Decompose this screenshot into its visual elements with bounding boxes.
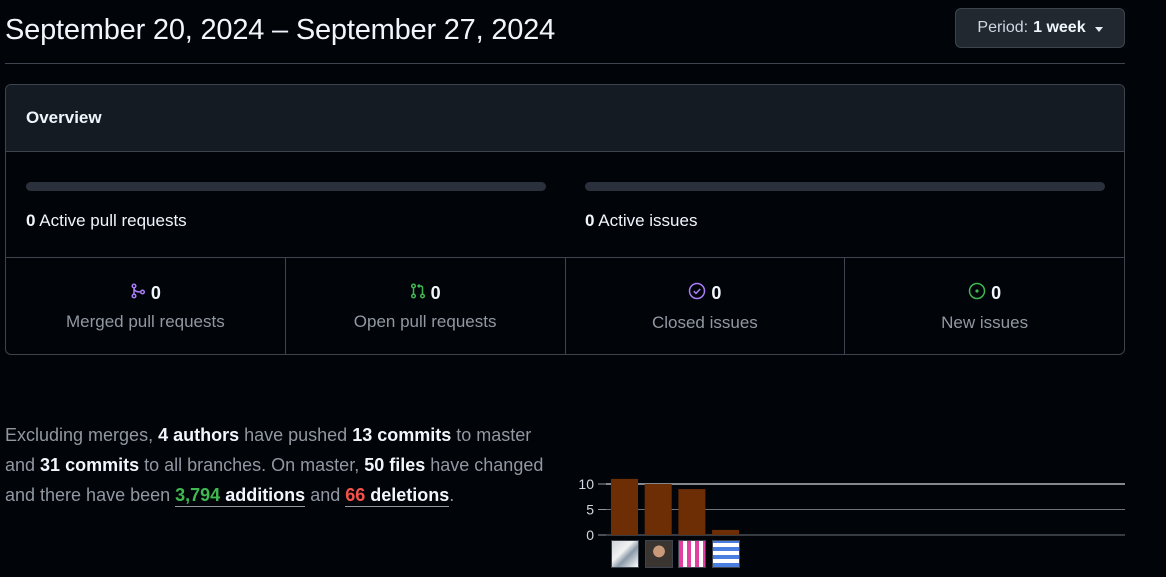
author-avatar[interactable] <box>644 540 673 568</box>
y-tick-label: 0 <box>586 527 594 541</box>
stat-open-prs[interactable]: 0 Open pull requests <box>286 258 566 354</box>
commit-bar[interactable] <box>678 489 706 535</box>
closed-issue-icon <box>688 282 706 305</box>
open-pr-icon <box>410 282 426 304</box>
active-prs-count: 0 <box>26 211 36 230</box>
summary-text: to all branches. On master, <box>139 455 365 475</box>
overview-box: Overview 0 Active pull requests 0 Active… <box>5 84 1125 355</box>
overview-header: Overview <box>6 85 1124 152</box>
active-issues-progress-bar <box>585 182 1105 191</box>
period-dropdown-button[interactable]: Period: 1 week <box>955 8 1125 48</box>
active-prs-link[interactable]: 0 Active pull requests <box>26 211 546 231</box>
author-avatar[interactable] <box>611 540 639 568</box>
active-summary-row: 0 Active pull requests 0 Active issues <box>6 152 1124 258</box>
commit-bar[interactable] <box>611 478 638 535</box>
merged-pr-icon <box>130 282 146 304</box>
new-issues-count: 0 <box>991 282 1002 303</box>
additions-count: 3,794 <box>175 485 221 505</box>
y-tick-label: 10 <box>578 476 594 492</box>
page-title: September 20, 2024 – September 27, 2024 <box>5 14 556 46</box>
deletions-label: deletions <box>365 485 450 505</box>
merged-prs-label: Merged pull requests <box>65 311 225 331</box>
stat-new-issues[interactable]: 0 New issues <box>845 258 1124 354</box>
files-count: 50 files <box>364 455 426 475</box>
open-prs-count: 0 <box>430 282 441 303</box>
all-commits-count: 31 commits <box>40 455 140 475</box>
active-prs-label: Active pull requests <box>39 211 187 230</box>
commit-bar[interactable] <box>712 529 740 535</box>
summary-text: . <box>449 485 455 505</box>
authors-count: 4 authors <box>158 425 240 445</box>
stats-row: 0 Merged pull requests 0 Open pull reque… <box>6 258 1124 354</box>
active-issues-label: Active issues <box>598 211 698 230</box>
active-prs: 0 Active pull requests <box>26 182 546 231</box>
deletions-link[interactable]: 66 deletions <box>345 485 450 507</box>
summary-text: have pushed <box>239 425 353 445</box>
caret-down-icon <box>1094 26 1103 32</box>
period-prefix: Period: <box>977 19 1029 36</box>
y-tick-label: 5 <box>586 502 594 518</box>
closed-issues-count: 0 <box>711 282 722 303</box>
summary-text: and <box>305 485 346 505</box>
active-prs-progress-bar <box>26 182 546 191</box>
commit-summary: Excluding merges, 4 authors have pushed … <box>5 420 545 510</box>
deletions-count: 66 <box>345 485 366 505</box>
period-value: 1 week <box>1033 19 1086 36</box>
active-issues-count: 0 <box>585 211 595 230</box>
merged-prs-count: 0 <box>150 282 161 303</box>
stat-closed-issues[interactable]: 0 Closed issues <box>566 258 846 354</box>
author-avatar[interactable] <box>678 540 707 568</box>
commits-by-author-chart: 0 5 10 <box>560 396 1130 577</box>
open-prs-label: Open pull requests <box>353 311 497 331</box>
active-issues: 0 Active issues <box>585 182 1105 231</box>
summary-text: Excluding merges, <box>5 425 159 445</box>
additions-label: additions <box>220 485 306 505</box>
chart-svg: 0 5 10 <box>578 476 1125 543</box>
author-avatar[interactable] <box>712 540 741 568</box>
active-issues-link[interactable]: 0 Active issues <box>585 211 1105 231</box>
stat-merged-prs[interactable]: 0 Merged pull requests <box>6 258 286 354</box>
new-issue-icon <box>968 282 986 305</box>
additions-link[interactable]: 3,794 additions <box>175 485 306 507</box>
page-header: September 20, 2024 – September 27, 2024 … <box>5 0 1125 64</box>
commit-bar[interactable] <box>644 484 672 535</box>
new-issues-label: New issues <box>941 312 1029 332</box>
master-commits-count: 13 commits <box>352 425 452 445</box>
closed-issues-label: Closed issues <box>651 312 758 332</box>
